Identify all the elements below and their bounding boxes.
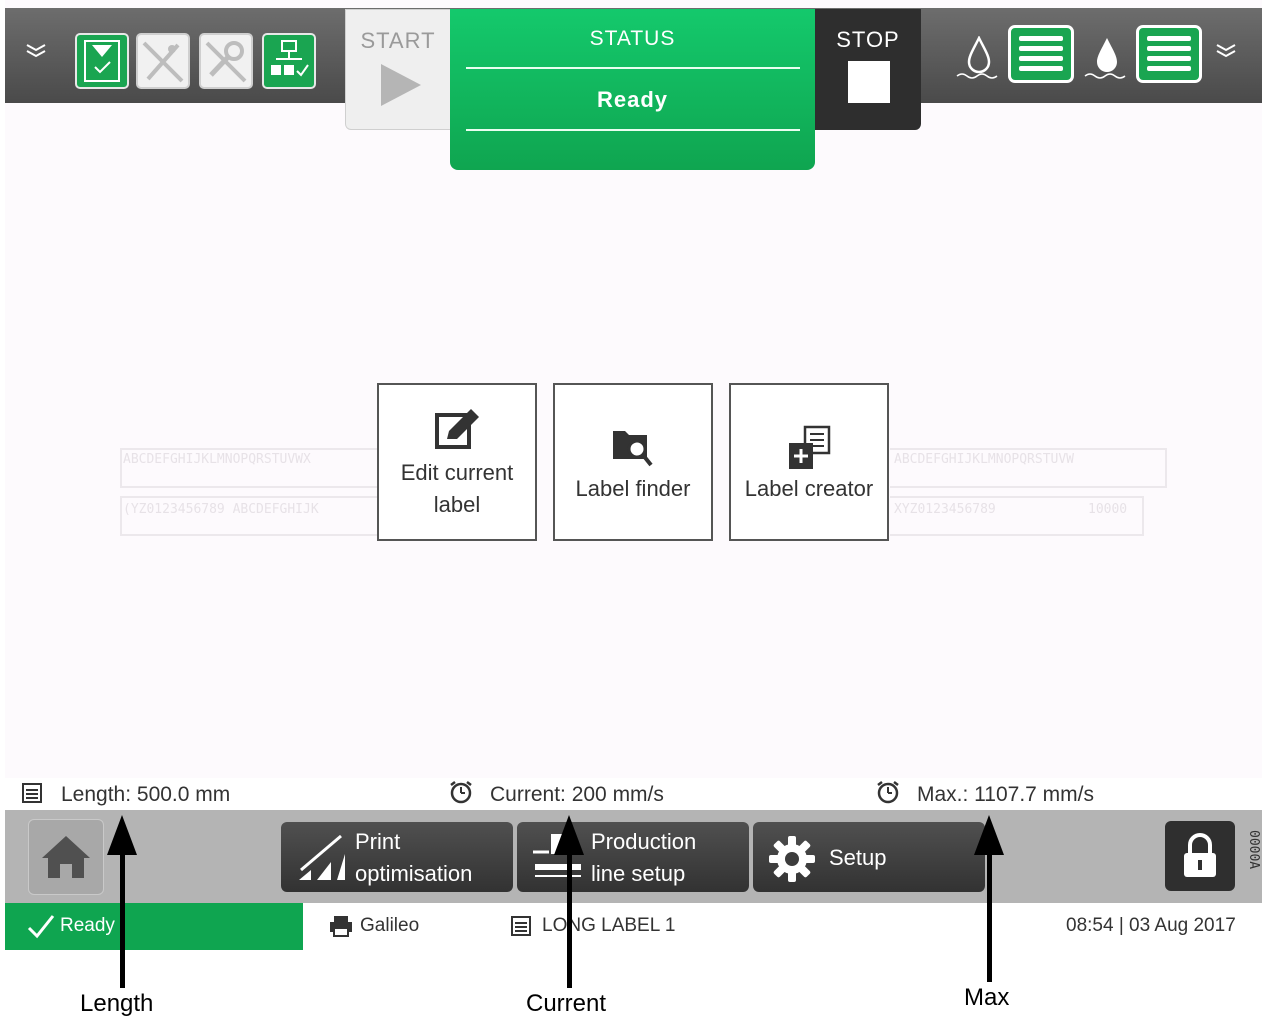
speed-info-row: Length: 500.0 mm Current: 200 mm/s Max.:… bbox=[5, 778, 1262, 810]
status-panel: STATUS Ready bbox=[450, 9, 815, 170]
annotation-arrow-line bbox=[567, 850, 572, 988]
button-label: Label finder bbox=[575, 476, 691, 501]
home-button[interactable] bbox=[28, 819, 104, 895]
print-optimisation-button[interactable]: Print optimisation bbox=[281, 822, 513, 892]
ink-drop-icon bbox=[956, 36, 998, 79]
label-preview-text: XYZ0123456789 bbox=[894, 502, 996, 517]
annotation-current: Current bbox=[526, 990, 607, 1017]
ink-level-icon[interactable] bbox=[1008, 25, 1074, 83]
play-icon bbox=[381, 64, 421, 106]
label-creator-button[interactable]: Label creator bbox=[729, 383, 889, 541]
divider bbox=[466, 129, 800, 131]
annotation-length: Length bbox=[80, 990, 154, 1017]
check-icon bbox=[27, 915, 55, 939]
setup-button[interactable]: Setup bbox=[753, 822, 985, 892]
annotation-arrow-line bbox=[120, 850, 125, 988]
button-label: label bbox=[433, 492, 481, 517]
job-ready-icon[interactable] bbox=[75, 33, 129, 89]
ready-label: Ready bbox=[60, 915, 115, 936]
clock-icon bbox=[877, 781, 899, 804]
bottom-nav: Print optimisation Production line setup bbox=[5, 810, 1262, 903]
button-label: line setup bbox=[591, 861, 686, 886]
label-finder-button[interactable]: Label finder bbox=[553, 383, 713, 541]
lock-icon bbox=[1184, 833, 1216, 877]
label-preview-counter: 10000 bbox=[1088, 502, 1128, 517]
chevron-down-icon[interactable] bbox=[25, 42, 47, 58]
label-length-icon bbox=[22, 783, 42, 803]
button-label: Production bbox=[591, 829, 697, 854]
length-value: Length: 500.0 mm bbox=[61, 783, 231, 806]
stop-button[interactable]: STOP bbox=[815, 9, 921, 130]
annotation-arrow-line bbox=[987, 850, 992, 982]
production-line-setup-button[interactable]: Production line setup bbox=[517, 822, 749, 892]
status-value: Ready bbox=[596, 87, 669, 112]
label-preview-text: ABCDEFGHIJKLMNOPQRSTUVWX bbox=[123, 452, 311, 467]
device-code: 0000A bbox=[1246, 830, 1261, 870]
button-label: Label creator bbox=[744, 476, 874, 501]
stop-label: STOP bbox=[836, 27, 900, 52]
divider bbox=[466, 67, 800, 69]
chevron-down-icon[interactable] bbox=[1215, 42, 1237, 58]
usb-disconnected-icon[interactable] bbox=[136, 33, 190, 89]
annotation-max: Max bbox=[964, 984, 1010, 1011]
gear-icon bbox=[769, 836, 815, 882]
stop-icon bbox=[848, 61, 890, 103]
edit-icon bbox=[435, 409, 479, 449]
label-icon bbox=[511, 916, 531, 936]
annotation-arrow-head bbox=[554, 815, 584, 855]
button-label: Setup bbox=[829, 845, 887, 870]
clock-icon bbox=[450, 781, 472, 804]
label-name: LONG LABEL 1 bbox=[542, 915, 676, 936]
start-button[interactable]: START bbox=[345, 9, 451, 130]
button-label: optimisation bbox=[355, 861, 473, 886]
home-icon bbox=[42, 836, 90, 878]
lock-button[interactable] bbox=[1165, 821, 1235, 891]
max-speed-value: Max.: 1107.7 mm/s bbox=[917, 783, 1095, 806]
printer-icon bbox=[330, 916, 352, 937]
printer-name: Galileo bbox=[360, 915, 420, 936]
button-label: Edit current bbox=[400, 460, 514, 485]
printer-screen: START STATUS Ready STOP ABCDEFGHIJKLMNOP… bbox=[5, 0, 1262, 950]
edit-current-label-button[interactable]: Edit current label bbox=[377, 383, 537, 541]
label-preview-text: (YZ0123456789 ABCDEFGHIJK bbox=[123, 502, 319, 517]
date-time: 08:54 | 03 Aug 2017 bbox=[1066, 915, 1236, 936]
status-bar: Ready Galileo LONG LABEL 1 08:54 | 03 Au… bbox=[5, 903, 1262, 950]
optimisation-icon bbox=[299, 834, 345, 880]
current-speed-value: Current: 200 mm/s bbox=[490, 783, 664, 806]
network-status-icon[interactable] bbox=[262, 33, 316, 89]
folder-search-icon bbox=[613, 431, 653, 467]
solvent-drop-icon bbox=[1084, 38, 1126, 79]
solvent-level-icon[interactable] bbox=[1136, 25, 1202, 83]
start-label: START bbox=[360, 28, 436, 53]
button-label: Print bbox=[355, 829, 401, 854]
annotation-arrow-head bbox=[974, 815, 1004, 855]
label-preview-text: ABCDEFGHIJKLMNOPQRSTUVW bbox=[894, 452, 1075, 467]
tools-disabled-icon[interactable] bbox=[199, 33, 253, 89]
ready-status: Ready bbox=[5, 903, 303, 950]
annotation-arrow-head bbox=[107, 815, 137, 855]
status-title: STATUS bbox=[589, 27, 676, 50]
new-label-icon bbox=[789, 425, 831, 469]
